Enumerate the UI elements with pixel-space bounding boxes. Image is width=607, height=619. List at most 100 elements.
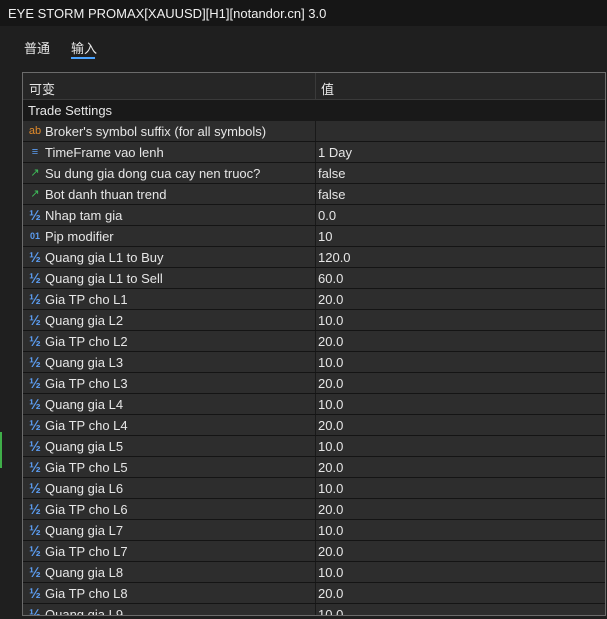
table-row[interactable]: ½ Gia TP cho L4 20.0 (23, 415, 605, 436)
integer-icon: 01 (29, 231, 40, 241)
parameter-name-cell[interactable]: ½ Quang gia L1 to Buy (23, 247, 315, 267)
table-row[interactable]: ½ Quang gia L1 to Sell 60.0 (23, 268, 605, 289)
parameter-name-cell[interactable]: ½ Gia TP cho L8 (23, 583, 315, 603)
parameter-value-cell[interactable]: 10.0 (316, 562, 605, 582)
parameter-name-cell[interactable]: ab Broker's symbol suffix (for all symbol… (23, 121, 315, 141)
table-row[interactable]: ½ Quang gia L2 10.0 (23, 310, 605, 331)
table-row[interactable]: ↗ Su dung gia dong cua cay nen truoc? fals… (23, 163, 605, 184)
active-tab-indicator (71, 57, 95, 59)
parameter-name-cell[interactable]: ½ Gia TP cho L2 (23, 331, 315, 351)
parameter-value: 1 Day (318, 145, 352, 160)
parameter-value-cell[interactable]: 10.0 (316, 604, 605, 616)
parameter-name: Quang gia L5 (45, 439, 124, 454)
table-row[interactable]: ½ Quang gia L8 10.0 (23, 562, 605, 583)
parameter-value-cell[interactable]: 1 Day (316, 142, 605, 162)
table-row[interactable]: ½ Quang gia L4 10.0 (23, 394, 605, 415)
parameter-value-cell[interactable]: 0.0 (316, 205, 605, 225)
parameter-value: 10.0 (318, 565, 344, 580)
parameter-name-cell[interactable]: ≡ TimeFrame vao lenh (23, 142, 315, 162)
parameter-value: 10.0 (318, 355, 344, 370)
column-header-variable[interactable]: 可变 (29, 79, 55, 98)
parameter-value-cell[interactable]: 20.0 (316, 499, 605, 519)
table-row[interactable]: ≡ TimeFrame vao lenh 1 Day (23, 142, 605, 163)
parameter-name-cell[interactable]: ↗ Su dung gia dong cua cay nen truoc? (23, 163, 315, 183)
parameter-name-cell[interactable]: ½ Quang gia L3 (23, 352, 315, 372)
double-icon: ½ (29, 312, 41, 328)
window-title: EYE STORM PROMAX[XAUUSD][H1][notandor.cn… (8, 5, 327, 21)
table-row[interactable]: ½ Gia TP cho L3 20.0 (23, 373, 605, 394)
parameter-value-cell[interactable]: 10 (316, 226, 605, 246)
double-icon: ½ (29, 375, 41, 391)
parameter-name-cell[interactable]: ½ Quang gia L5 (23, 436, 315, 456)
parameter-name: Quang gia L7 (45, 523, 124, 538)
table-row[interactable]: ½ Gia TP cho L2 20.0 (23, 331, 605, 352)
parameter-value-cell[interactable]: 10.0 (316, 436, 605, 456)
parameter-value-cell[interactable]: 20.0 (316, 415, 605, 435)
table-row[interactable]: ½ Quang gia L6 10.0 (23, 478, 605, 499)
parameter-value: 20.0 (318, 544, 344, 559)
table-row[interactable]: ½ Quang gia L7 10.0 (23, 520, 605, 541)
grid-header: 可变 值 (23, 73, 605, 100)
parameter-name: Gia TP cho L6 (45, 502, 128, 517)
parameter-value-cell[interactable]: 20.0 (316, 583, 605, 603)
table-row[interactable]: ½ Quang gia L3 10.0 (23, 352, 605, 373)
table-row[interactable]: ½ Quang gia L5 10.0 (23, 436, 605, 457)
parameter-name-cell[interactable]: 01 Pip modifier (23, 226, 315, 246)
section-header: Trade Settings (23, 100, 605, 121)
parameter-name-cell[interactable]: ↗ Bot danh thuan trend (23, 184, 315, 204)
parameter-value: 10.0 (318, 523, 344, 538)
parameter-value-cell[interactable]: false (316, 163, 605, 183)
column-header-value[interactable]: 值 (321, 79, 334, 98)
parameter-name-cell[interactable]: ½ Nhap tam gia (23, 205, 315, 225)
parameter-name-cell[interactable]: ½ Quang gia L7 (23, 520, 315, 540)
parameter-name-cell[interactable]: ½ Gia TP cho L4 (23, 415, 315, 435)
table-row[interactable]: ↗ Bot danh thuan trend false (23, 184, 605, 205)
parameter-name: TimeFrame vao lenh (45, 145, 164, 160)
table-row[interactable]: ½ Quang gia L1 to Buy 120.0 (23, 247, 605, 268)
parameter-name-cell[interactable]: ½ Gia TP cho L7 (23, 541, 315, 561)
tab-inputs[interactable]: 输入 (71, 38, 97, 57)
table-row[interactable]: ½ Gia TP cho L6 20.0 (23, 499, 605, 520)
table-row[interactable]: 01 Pip modifier 10 (23, 226, 605, 247)
parameter-name-cell[interactable]: ½ Quang gia L1 to Sell (23, 268, 315, 288)
double-icon: ½ (29, 270, 41, 286)
table-row[interactable]: ½ Gia TP cho L8 20.0 (23, 583, 605, 604)
table-row[interactable]: ½ Gia TP cho L1 20.0 (23, 289, 605, 310)
parameter-value-cell[interactable]: 10.0 (316, 520, 605, 540)
parameter-value-cell[interactable]: 10.0 (316, 478, 605, 498)
parameter-value-cell[interactable]: 20.0 (316, 457, 605, 477)
parameter-name-cell[interactable]: ½ Gia TP cho L6 (23, 499, 315, 519)
section-title: Trade Settings (28, 103, 113, 118)
table-row[interactable]: ab Broker's symbol suffix (for all symbol… (23, 121, 605, 142)
parameter-name-cell[interactable]: ½ Quang gia L8 (23, 562, 315, 582)
tab-common[interactable]: 普通 (24, 38, 50, 57)
parameter-name: Gia TP cho L1 (45, 292, 128, 307)
parameter-value-cell[interactable]: 10.0 (316, 394, 605, 414)
parameter-name-cell[interactable]: ½ Quang gia L2 (23, 310, 315, 330)
parameter-value-cell[interactable]: 10.0 (316, 352, 605, 372)
parameter-value-cell[interactable]: 60.0 (316, 268, 605, 288)
parameter-value: false (318, 166, 346, 181)
parameter-name-cell[interactable]: ½ Quang gia L9 (23, 604, 315, 615)
parameter-name-cell[interactable]: ½ Gia TP cho L1 (23, 289, 315, 309)
parameter-value-cell[interactable]: 20.0 (316, 373, 605, 393)
parameter-value-cell[interactable]: 20.0 (316, 289, 605, 309)
parameter-value-cell[interactable]: 10.0 (316, 310, 605, 330)
parameter-rows: ab Broker's symbol suffix (for all symbol… (23, 121, 605, 616)
table-row[interactable]: ½ Quang gia L9 10.0 (23, 604, 605, 616)
parameter-value-cell[interactable]: 120.0 (316, 247, 605, 267)
table-row[interactable]: ½ Gia TP cho L7 20.0 (23, 541, 605, 562)
column-divider[interactable] (315, 73, 316, 100)
parameter-value: 10.0 (318, 607, 344, 616)
inputs-grid[interactable]: 可变 值 Trade Settings ab Broker's symbol su… (22, 72, 606, 616)
parameter-name-cell[interactable]: ½ Gia TP cho L5 (23, 457, 315, 477)
parameter-value-cell[interactable]: 20.0 (316, 331, 605, 351)
table-row[interactable]: ½ Gia TP cho L5 20.0 (23, 457, 605, 478)
parameter-value-cell[interactable]: false (316, 184, 605, 204)
parameter-name-cell[interactable]: ½ Gia TP cho L3 (23, 373, 315, 393)
parameter-name-cell[interactable]: ½ Quang gia L6 (23, 478, 315, 498)
parameter-value-cell[interactable] (316, 121, 605, 141)
parameter-value-cell[interactable]: 20.0 (316, 541, 605, 561)
parameter-name-cell[interactable]: ½ Quang gia L4 (23, 394, 315, 414)
table-row[interactable]: ½ Nhap tam gia 0.0 (23, 205, 605, 226)
